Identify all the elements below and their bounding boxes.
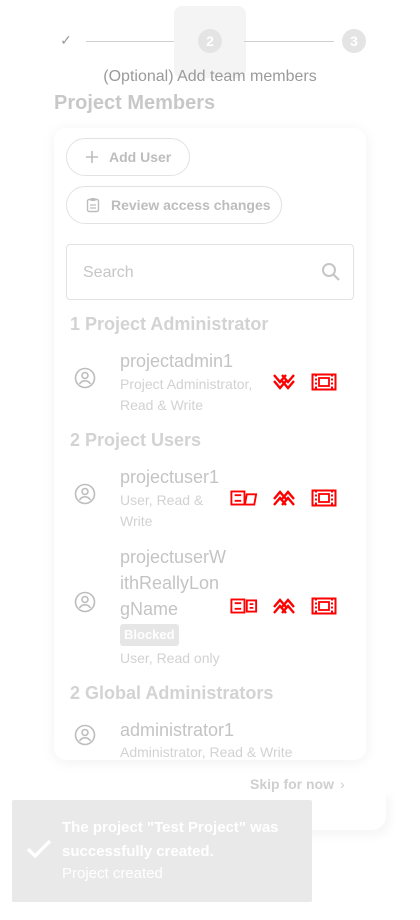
plus-icon bbox=[85, 150, 99, 164]
member-role: User, Read & bbox=[120, 492, 204, 508]
user-avatar-icon bbox=[74, 483, 96, 505]
remove-member-icon[interactable] bbox=[310, 595, 338, 617]
section-global-administrators: 2 Global Administrators bbox=[70, 683, 274, 703]
remove-member-icon[interactable] bbox=[310, 371, 338, 393]
member-name: administrator1 bbox=[120, 720, 235, 740]
member-name: projectuser1 bbox=[120, 467, 220, 487]
check-icon: ✓ bbox=[60, 32, 72, 48]
step-2-indicator: 2 bbox=[198, 29, 222, 53]
member-name: gName bbox=[120, 599, 179, 619]
page-title: Project Members bbox=[54, 92, 216, 114]
skip-link[interactable]: Skip for now bbox=[250, 776, 334, 792]
unblock-user-icon[interactable] bbox=[230, 595, 258, 617]
add-user-label: Add User bbox=[109, 149, 172, 165]
chevron-right-icon[interactable]: › bbox=[340, 776, 345, 792]
promote-icon[interactable] bbox=[270, 487, 298, 509]
step-caption: (Optional) Add team members bbox=[103, 68, 317, 85]
search-input[interactable] bbox=[81, 263, 305, 283]
checkmark-icon bbox=[26, 839, 52, 859]
user-avatar-icon bbox=[74, 724, 96, 746]
demote-icon[interactable] bbox=[270, 371, 298, 393]
search-field[interactable] bbox=[66, 244, 354, 300]
user-avatar-icon bbox=[74, 591, 96, 613]
success-toast: The project "Test Project" was successfu… bbox=[12, 800, 312, 902]
user-avatar-icon bbox=[74, 367, 96, 389]
step-3-indicator: 3 bbox=[342, 29, 366, 53]
add-user-button[interactable]: Add User bbox=[66, 138, 190, 176]
review-access-button[interactable]: Review access changes bbox=[66, 186, 282, 224]
section-project-administrators: 1 Project Administrator bbox=[70, 314, 269, 334]
clipboard-icon bbox=[85, 197, 101, 213]
status-badge: Blocked bbox=[120, 624, 179, 646]
section-project-users: 2 Project Users bbox=[70, 430, 202, 450]
member-role: Administrator, Read & Write bbox=[120, 744, 293, 760]
member-name: ithReallyLon bbox=[120, 573, 220, 593]
member-name: projectuserW bbox=[120, 547, 227, 567]
member-role: Read & Write bbox=[120, 397, 203, 413]
block-user-icon[interactable] bbox=[230, 487, 258, 509]
member-role: Project Administrator, bbox=[120, 376, 253, 392]
remove-member-icon[interactable] bbox=[310, 487, 338, 509]
promote-icon[interactable] bbox=[270, 595, 298, 617]
member-role: Write bbox=[120, 513, 153, 529]
toast-message: successfully created. bbox=[62, 843, 214, 860]
member-name: projectadmin1 bbox=[120, 351, 234, 371]
toast-message: The project "Test Project" was bbox=[62, 819, 279, 836]
toast-subtitle: Project created bbox=[62, 865, 163, 882]
stepper-line bbox=[86, 41, 180, 42]
review-access-label: Review access changes bbox=[111, 197, 271, 213]
member-role: User, Read only bbox=[120, 650, 220, 666]
stepper-line bbox=[244, 41, 334, 42]
search-icon[interactable] bbox=[321, 262, 341, 287]
